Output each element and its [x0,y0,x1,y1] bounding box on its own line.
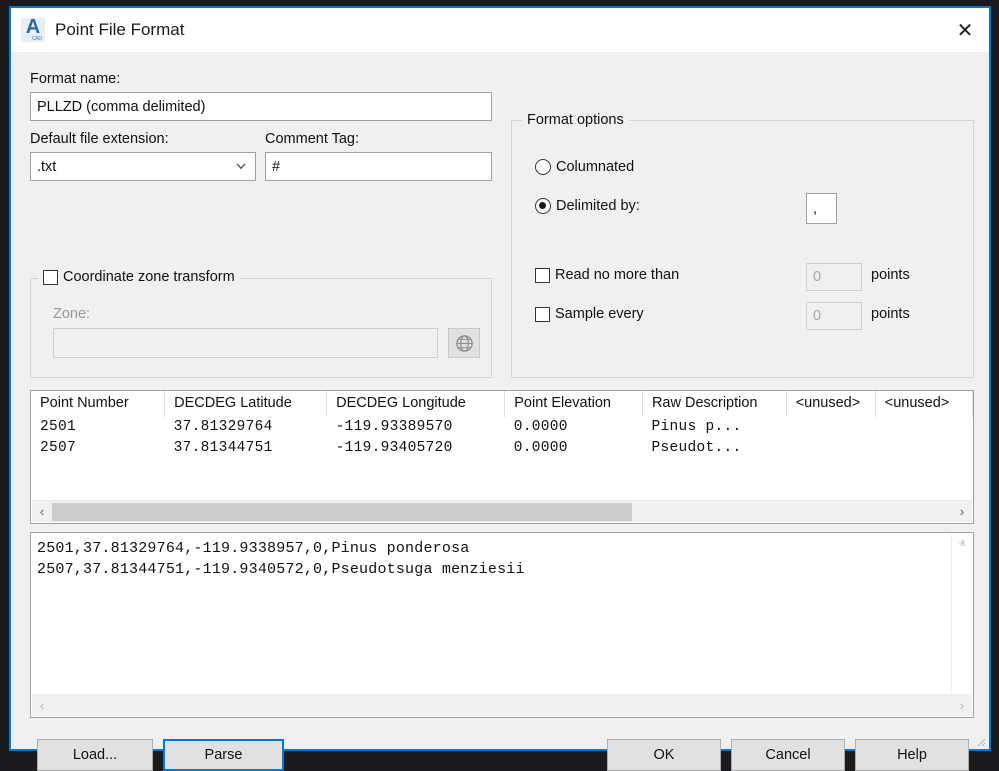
points-grid: Point Number DECDEG Latitude DECDEG Long… [31,391,973,459]
parse-button[interactable]: Parse [163,739,284,771]
cell-point-number: 2501 [31,417,165,438]
default-extension-select[interactable]: .txt [30,152,256,181]
column-header[interactable]: Point Number [31,391,165,417]
scroll-right-icon[interactable]: › [952,504,972,519]
read-no-more-than-input[interactable]: 0 [806,263,862,291]
sample-points-label: points [871,306,910,322]
coordinate-zone-transform-label: Coordinate zone transform [63,269,235,285]
cell-elevation: 0.0000 [505,438,643,459]
preview-vertical-scrollbar[interactable]: ⱏ ⱟ [951,534,972,695]
cell-unused-2 [875,417,972,438]
zone-label: Zone: [53,306,90,322]
dialog-title: Point File Format [55,20,184,40]
table-row[interactable]: 2507 37.81344751 -119.93405720 0.0000 Ps… [31,438,973,459]
parsed-points-table: Point Number DECDEG Latitude DECDEG Long… [30,390,974,524]
checkbox-box [535,307,550,322]
preview-content: 2501,37.81329764,-119.9338957,0,Pinus po… [37,538,525,580]
globe-icon[interactable] [448,328,480,358]
radio-circle-selected [535,198,551,214]
autocad-a-icon: A CAD [21,18,45,42]
read-no-more-than-checkbox[interactable]: Read no more than [535,267,679,283]
dialog-body: Format name: PLLZD (comma delimited) Def… [11,52,989,749]
chevron-down-icon [235,159,247,171]
column-header[interactable]: DECDEG Longitude [327,391,505,417]
cancel-button[interactable]: Cancel [731,739,845,771]
table-horizontal-scrollbar[interactable]: ‹ › [32,500,972,522]
delimited-by-label: Delimited by: [556,198,640,214]
radio-circle [535,159,551,175]
table-row[interactable]: 2501 37.81329764 -119.93389570 0.0000 Pi… [31,417,973,438]
format-name-input[interactable]: PLLZD (comma delimited) [30,92,492,121]
column-header[interactable]: Point Elevation [505,391,643,417]
resize-grip-icon[interactable] [974,735,986,747]
default-extension-value: .txt [37,159,56,175]
format-name-label: Format name: [30,71,120,87]
coordinate-zone-transform-checkbox[interactable]: Coordinate zone transform [38,269,240,285]
raw-text-preview[interactable]: 2501,37.81329764,-119.9338957,0,Pinus po… [30,532,974,718]
scrollbar-track[interactable] [52,501,952,523]
cell-point-number: 2507 [31,438,165,459]
cell-unused-1 [786,438,875,459]
zone-input[interactable] [53,328,438,358]
cell-raw-description: Pseudot... [642,438,786,459]
globe-glyph [455,334,474,353]
columnated-label: Columnated [556,159,634,175]
cell-unused-1 [786,417,875,438]
format-options-title: Format options [522,112,629,128]
cell-elevation: 0.0000 [505,417,643,438]
cell-raw-description: Pinus p... [642,417,786,438]
checkbox-box [535,268,550,283]
column-header[interactable]: <unused> [875,391,972,417]
ok-button[interactable]: OK [607,739,721,771]
cell-latitude: 37.81344751 [165,438,327,459]
sample-every-checkbox[interactable]: Sample every [535,306,644,322]
cell-unused-2 [875,438,972,459]
delimited-by-radio[interactable]: Delimited by: [535,198,640,214]
preview-horizontal-scrollbar[interactable]: ‹ › [32,694,972,716]
cell-longitude: -119.93405720 [327,438,505,459]
scrollbar-thumb[interactable] [52,503,632,521]
table-header-row: Point Number DECDEG Latitude DECDEG Long… [31,391,973,417]
column-header[interactable]: <unused> [786,391,875,417]
comment-tag-input[interactable]: # [265,152,492,181]
desktop-background: A CAD Point File Format ✕ Format name: P… [0,0,999,757]
point-file-format-dialog: A CAD Point File Format ✕ Format name: P… [9,6,991,751]
read-points-label: points [871,267,910,283]
default-extension-label: Default file extension: [30,131,169,147]
checkbox-box [43,270,58,285]
sample-every-input[interactable]: 0 [806,302,862,330]
dialog-titlebar: A CAD Point File Format ✕ [11,8,989,52]
columnated-radio[interactable]: Columnated [535,159,634,175]
column-header[interactable]: Raw Description [642,391,786,417]
sample-every-label: Sample every [555,306,644,322]
load-button[interactable]: Load... [37,739,153,771]
help-button[interactable]: Help [855,739,969,771]
comment-tag-label: Comment Tag: [265,131,359,147]
read-no-more-than-label: Read no more than [555,267,679,283]
scroll-left-icon[interactable]: ‹ [32,504,52,519]
scroll-up-icon[interactable]: ⱏ [959,534,965,555]
scroll-right-icon[interactable]: › [952,698,972,713]
close-icon[interactable]: ✕ [941,8,989,52]
cell-latitude: 37.81329764 [165,417,327,438]
cell-longitude: -119.93389570 [327,417,505,438]
delimiter-input[interactable]: , [806,193,837,224]
column-header[interactable]: DECDEG Latitude [165,391,327,417]
scroll-left-icon[interactable]: ‹ [32,698,52,713]
